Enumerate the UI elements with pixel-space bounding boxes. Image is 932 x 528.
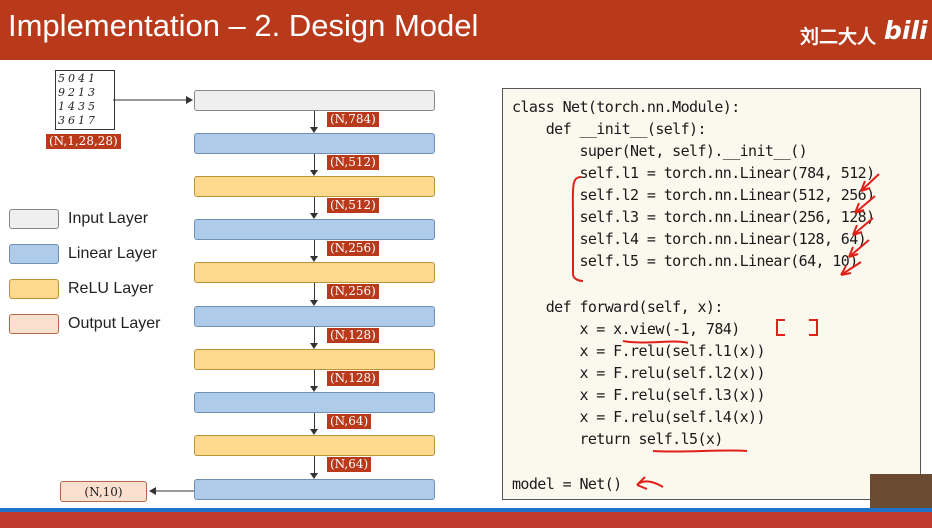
tensor-shape-label: (N,512) [327,155,379,170]
linear-layer-box [194,306,435,327]
handwritten-annotations [571,173,880,490]
flow-arrow [314,370,315,386]
legend-output-label: Output Layer [68,315,161,332]
relu-layer-box [194,176,435,197]
linear-layer-box [194,133,435,154]
flow-arrow [314,456,315,473]
code-panel: class Net(torch.nn.Module): def __init__… [502,88,921,500]
legend-input-swatch [9,209,59,229]
tensor-shape-label: (N,256) [327,284,379,299]
linear-layer-box [194,479,435,500]
tensor-shape-label: (N,128) [327,328,379,343]
linear-layer-box [194,392,435,413]
flow-arrow [314,197,315,213]
flow-arrow [314,111,315,127]
legend-linear-label: Linear Layer [68,245,157,262]
tensor-shape-label: (N,64) [327,457,372,472]
legend-relu-label: ReLU Layer [68,280,154,297]
legend-linear-swatch [9,244,59,264]
tensor-shape-label: (N,128) [327,371,379,386]
legend-relu-swatch [9,279,59,299]
tensor-shape-label: (N,512) [327,198,379,213]
webcam-thumbnail [870,474,932,508]
tensor-shape-label: (N,784) [327,112,379,127]
progress-track[interactable] [0,508,932,512]
relu-layer-box [194,435,435,456]
flow-arrow [314,283,315,300]
video-progress-bar[interactable] [0,512,932,528]
flow-arrow [314,413,315,429]
tensor-shape-label: (N,64) [327,414,372,429]
tensor-shape-label: (N,256) [327,241,379,256]
flow-arrow [314,327,315,343]
relu-layer-box [194,349,435,370]
linear-layer-box [194,219,435,240]
input-layer-box [194,90,435,111]
legend-input-label: Input Layer [68,210,149,227]
legend-output-swatch [9,314,59,334]
flow-arrow [314,240,315,256]
output-shape-label: (N,10) [60,481,147,502]
relu-layer-box [194,262,435,283]
flow-arrow [314,154,315,170]
